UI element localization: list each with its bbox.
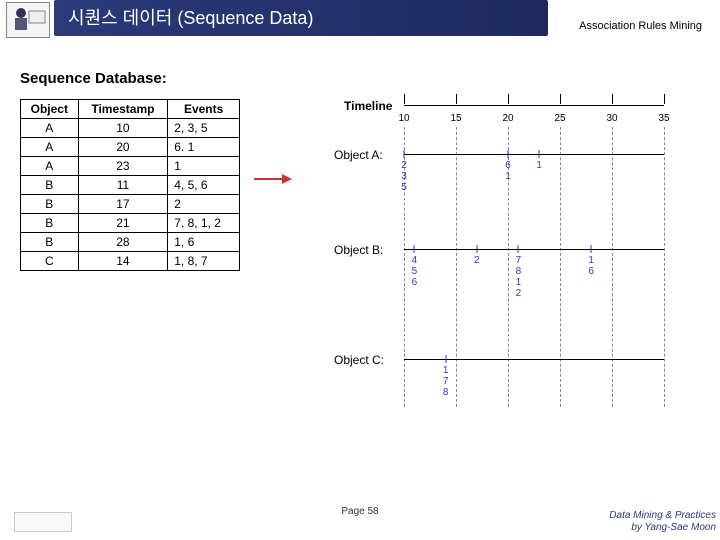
- table-cell: 21: [78, 214, 168, 233]
- event-values: 2: [474, 255, 480, 266]
- university-logo: [14, 512, 72, 532]
- table-row: A102, 3, 5: [21, 119, 240, 138]
- event-values: 235: [401, 160, 407, 193]
- event-values: 456: [412, 255, 418, 288]
- table-cell: A: [21, 157, 79, 176]
- object-line: [404, 359, 664, 360]
- table-row: B172: [21, 195, 240, 214]
- event-tick: [445, 355, 446, 363]
- table-cell: A: [21, 138, 79, 157]
- table-row: B281, 6: [21, 233, 240, 252]
- event-tick: [518, 245, 519, 253]
- credits: Data Mining & Practices by Yang-Sae Moon: [609, 510, 716, 534]
- event-values: 16: [588, 255, 594, 277]
- table-cell: 14: [78, 252, 168, 271]
- axis-tick: [560, 94, 561, 104]
- timeline-diagram: Timeline 101520253035 Object A:235611Obj…: [304, 99, 664, 419]
- event-tick: [404, 150, 405, 158]
- table-cell: 28: [78, 233, 168, 252]
- table-row: C141, 8, 7: [21, 252, 240, 271]
- table-header: Object: [21, 100, 79, 119]
- slide-subtitle: Association Rules Mining: [579, 20, 702, 32]
- slide-header: 시퀀스 데이터 (Sequence Data) Association Rule…: [0, 0, 720, 44]
- event-values: 1: [536, 160, 542, 171]
- axis-tick: [404, 94, 405, 104]
- credit-line-1: Data Mining & Practices: [609, 510, 716, 521]
- table-row: A206. 1: [21, 138, 240, 157]
- axis-tick-label: 30: [606, 113, 617, 124]
- table-cell: 1, 6: [168, 233, 240, 252]
- page-number: Page 58: [341, 506, 378, 517]
- object-label: Object B:: [334, 243, 383, 257]
- presenter-icon: [6, 2, 50, 38]
- object-label: Object C:: [334, 353, 384, 367]
- table-row: B114, 5, 6: [21, 176, 240, 195]
- event-tick: [539, 150, 540, 158]
- table-row: B217. 8, 1, 2: [21, 214, 240, 233]
- axis-tick-label: 35: [658, 113, 669, 124]
- gridline: [560, 127, 561, 407]
- timeline-label: Timeline: [344, 99, 392, 113]
- table-cell: 6. 1: [168, 138, 240, 157]
- slide-footer: Page 58 Data Mining & Practices by Yang-…: [0, 506, 720, 534]
- timeline-axis: [404, 105, 664, 106]
- table-row: A231: [21, 157, 240, 176]
- axis-tick: [612, 94, 613, 104]
- table-cell: 1, 8, 7: [168, 252, 240, 271]
- slide-content: Sequence Database: ObjectTimestampEvents…: [20, 70, 700, 419]
- event-tick: [591, 245, 592, 253]
- credit-line-2: by Yang-Sae Moon: [631, 522, 716, 533]
- gridline: [456, 127, 457, 407]
- table-cell: 20: [78, 138, 168, 157]
- table-cell: 4, 5, 6: [168, 176, 240, 195]
- object-line: [404, 249, 664, 250]
- table-header: Events: [168, 100, 240, 119]
- axis-tick: [456, 94, 457, 104]
- table-cell: 1: [168, 157, 240, 176]
- axis-tick: [664, 94, 665, 104]
- table-cell: B: [21, 176, 79, 195]
- table-cell: B: [21, 233, 79, 252]
- axis-tick-label: 20: [502, 113, 513, 124]
- event-values: 7812: [516, 255, 522, 299]
- axis-tick-label: 10: [398, 113, 409, 124]
- table-cell: C: [21, 252, 79, 271]
- axis-tick-label: 15: [450, 113, 461, 124]
- table-cell: 2, 3, 5: [168, 119, 240, 138]
- table-cell: B: [21, 195, 79, 214]
- table-cell: 2: [168, 195, 240, 214]
- table-cell: 23: [78, 157, 168, 176]
- axis-tick-label: 25: [554, 113, 565, 124]
- table-cell: 7. 8, 1, 2: [168, 214, 240, 233]
- gridline: [664, 127, 665, 407]
- table-cell: A: [21, 119, 79, 138]
- table-header: Timestamp: [78, 100, 168, 119]
- event-values: 61: [505, 160, 511, 182]
- object-label: Object A:: [334, 148, 383, 162]
- arrow-icon: [252, 169, 292, 194]
- table-cell: B: [21, 214, 79, 233]
- object-line: [404, 154, 664, 155]
- event-values: 178: [443, 365, 449, 398]
- section-label: Sequence Database:: [20, 70, 700, 87]
- event-tick: [476, 245, 477, 253]
- table-cell: 10: [78, 119, 168, 138]
- event-tick: [414, 245, 415, 253]
- axis-tick: [508, 94, 509, 104]
- table-cell: 17: [78, 195, 168, 214]
- gridline: [612, 127, 613, 407]
- slide-title: 시퀀스 데이터 (Sequence Data): [54, 0, 548, 36]
- event-tick: [508, 150, 509, 158]
- sequence-table: ObjectTimestampEvents A102, 3, 5A206. 1A…: [20, 99, 240, 271]
- table-cell: 11: [78, 176, 168, 195]
